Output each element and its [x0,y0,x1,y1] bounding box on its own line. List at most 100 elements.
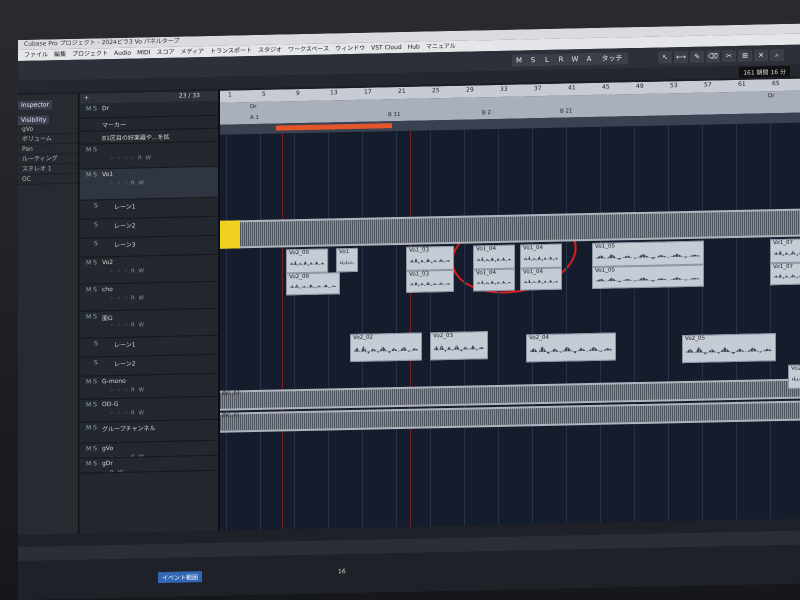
track-controls[interactable]: ◦ ◦ ◦ R W [110,387,145,394]
menu-item-4[interactable]: MIDI [137,49,150,56]
mute-solo-buttons[interactable]: M S [86,460,97,467]
track-row[interactable]: M S cho ◦ ◦ ◦ R W [80,281,218,312]
mute-solo-buttons[interactable]: M S [86,259,97,266]
track-row[interactable]: M S グループチャンネル [80,419,218,444]
track-controls[interactable]: ◦ ◦ ◦ R W [110,180,145,187]
add-track-icon[interactable]: + [84,95,89,102]
touch-mode-button[interactable]: タッチ [596,52,628,65]
range-tool-icon[interactable]: ⟷ [674,50,689,64]
audio-clip[interactable]: Vo2_03 [430,331,488,361]
menu-item-11[interactable]: VST Cloud [371,44,402,52]
audio-clip[interactable]: Vo1_07 [770,262,800,286]
mute-solo-buttons[interactable]: M S [86,105,97,112]
track-controls[interactable]: ◦ ◦ ◦ R W [110,410,145,417]
glue-tool-icon[interactable]: ⊞ [738,49,752,62]
toolbar-button-m[interactable]: M [512,54,526,67]
clip-name: Vo2_02 [353,334,373,341]
grid-line [668,125,669,522]
scissors-tool-icon[interactable]: ✂ [722,49,736,63]
waveform [434,340,484,357]
track-row[interactable]: M S Vo1 ◦ ◦ ◦ R W [80,166,218,201]
mute-solo-buttons[interactable]: M S [86,286,97,293]
audio-clip[interactable]: Vo1_04 [473,268,515,292]
audio-clip[interactable]: Vo1_07 [770,238,800,264]
mute-solo-buttons[interactable]: S [94,221,98,228]
audio-clip[interactable]: Vo1_05 [592,264,704,289]
inspector-oc[interactable]: OC [18,173,78,185]
track-controls[interactable]: ◦ ◦ ◦ R W [110,295,145,302]
menu-item-8[interactable]: スタジオ [258,46,282,54]
pencil-tool-icon[interactable]: ✎ [690,50,704,63]
mute-tool-icon[interactable]: ✕ [754,49,768,62]
tab-inspector[interactable]: Inspector [18,100,52,110]
audio-clip[interactable]: Vo1_03 [406,269,454,293]
marker-label[interactable]: Dr [250,104,257,110]
mute-solo-buttons[interactable]: S [94,202,98,209]
marker-label[interactable]: B 2 [482,110,491,116]
track-row[interactable]: M S OD-G ◦ ◦ ◦ R W [80,396,218,423]
audio-clip[interactable]: Vo1 [336,247,358,273]
mute-solo-buttons[interactable]: M S [86,146,97,153]
arrow-tool-icon[interactable]: ↖ [658,51,672,64]
marker-label[interactable]: B 21 [560,108,573,114]
menu-item-7[interactable]: トランスポート [210,47,252,55]
toolbar-button-w[interactable]: W [568,53,582,66]
menu-item-1[interactable]: 編集 [54,51,66,58]
audio-clip[interactable]: Vo1_04 [473,244,515,270]
menu-item-13[interactable]: マニュアル [426,43,456,51]
menu-item-5[interactable]: スコア [156,49,174,56]
arrange-window[interactable]: 159131721252933374145495357616569 A 1B 1… [220,78,800,531]
cue-range-marker[interactable] [276,123,392,131]
grid-line [464,129,465,526]
menu-item-6[interactable]: メディア [180,48,204,55]
toolbar-button-r[interactable]: R [554,53,568,66]
audio-clip[interactable]: Vo2_04 [526,332,616,363]
mute-solo-buttons[interactable]: M S [86,378,97,385]
audio-clip[interactable]: Vo1_03 [406,245,454,271]
marker-label[interactable]: Dr [768,93,775,99]
track-controls[interactable]: ◦ ◦ ◦ R W [110,268,145,275]
mute-solo-buttons[interactable]: M S [86,171,97,178]
mute-solo-buttons[interactable]: M S [86,424,97,431]
mute-solo-buttons[interactable]: S [94,340,98,347]
audio-clip[interactable]: Vo1_04 [520,243,562,269]
track-row[interactable]: M S gDr R W [80,455,218,474]
track-name: G-mono [102,377,126,386]
event-range-label[interactable]: イベント範囲 [158,571,203,584]
toolbar-button-a[interactable]: A [582,52,596,66]
menu-item-12[interactable]: Hub [408,44,420,51]
audio-clip[interactable]: Vo1_05 [592,240,704,267]
audio-clip[interactable]: Vo2_00 [286,248,328,274]
track-row[interactable]: M S 面G ◦ ◦ ◦ R W [80,308,218,339]
mute-solo-buttons[interactable]: S [94,240,98,247]
audio-clip[interactable]: Vo2_15 [788,364,800,389]
track-controls[interactable]: ◦ ◦ ◦ ◦ R W [110,155,152,162]
mute-solo-buttons[interactable]: M S [86,401,97,408]
clip-name: Vo2_15 [791,365,800,372]
audio-clip[interactable]: Vo1_04 [520,267,562,291]
track-row[interactable]: M S ◦ ◦ ◦ ◦ R W [80,141,218,170]
track-row[interactable]: M S G-mono ◦ ◦ ◦ R W [80,373,218,400]
menu-item-0[interactable]: ファイル [24,51,48,59]
marker-label[interactable]: B 11 [388,112,401,118]
toolbar-button-l[interactable]: L [540,53,554,67]
toolbar-button-s[interactable]: S [526,54,540,67]
track-row[interactable]: M S Vo2 ◦ ◦ ◦ R W [80,254,218,285]
track-controls[interactable]: R W [110,470,124,474]
menu-item-2[interactable]: プロジェクト [72,50,108,58]
marker-label[interactable]: A 1 [250,115,259,121]
audio-clip[interactable]: Vo2_05 [682,333,776,364]
tab-visibility[interactable]: Visibility [18,115,50,125]
mute-solo-buttons[interactable]: M S [86,445,97,452]
grid-line [770,123,771,520]
mute-solo-buttons[interactable]: S [94,359,98,366]
menu-item-3[interactable]: Audio [114,50,131,57]
erase-tool-icon[interactable]: ⌫ [706,50,720,63]
track-controls[interactable]: ◦ ◦ ◦ R W [110,322,145,329]
zoom-tool-icon[interactable]: ⌕ [770,48,784,62]
audio-clip[interactable]: Vo2_02 [350,332,422,363]
mute-solo-buttons[interactable]: M S [86,313,97,320]
menu-item-9[interactable]: ワークスペース [288,45,329,53]
audio-clip[interactable]: Vo2_00 [286,272,340,296]
menu-item-10[interactable]: ウィンドウ [335,45,365,53]
